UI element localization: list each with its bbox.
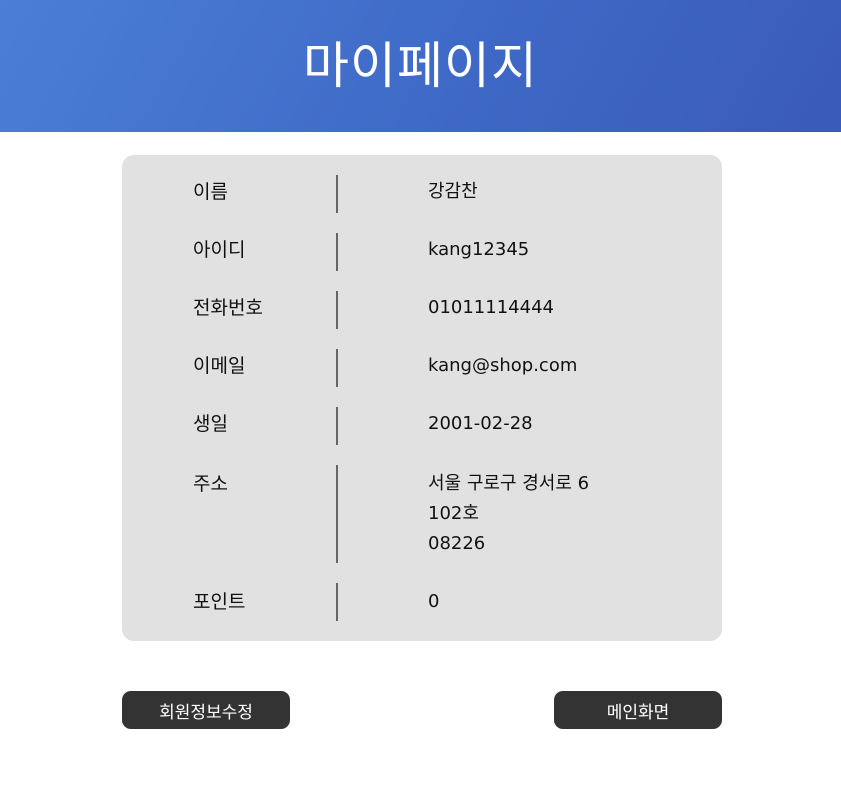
main-page-button[interactable]: 메인화면 [554, 691, 722, 729]
profile-card: 이름 강감찬 아이디 kang12345 전화번호 01011114444 이메… [122, 155, 722, 641]
row-label: 포인트 [193, 591, 246, 613]
row-divider [336, 233, 338, 271]
row-divider [336, 349, 338, 387]
row-divider [336, 407, 338, 445]
row-label: 주소 [193, 473, 228, 495]
row-divider [336, 175, 338, 213]
row-label: 아이디 [193, 239, 246, 261]
row-divider [336, 583, 338, 621]
address-line-2: 102호 [428, 503, 479, 524]
edit-profile-button[interactable]: 회원정보수정 [122, 691, 290, 729]
row-label: 생일 [193, 413, 228, 435]
row-value: 0 [428, 591, 440, 612]
row-value: 2001-02-28 [428, 413, 533, 434]
row-label: 이메일 [193, 355, 246, 377]
row-value: 01011114444 [428, 297, 554, 318]
address-line-3: 08226 [428, 533, 486, 554]
row-divider [336, 465, 338, 563]
row-label: 전화번호 [193, 297, 263, 319]
row-value: 강감찬 [428, 181, 478, 202]
page-header: 마이페이지 [0, 0, 841, 132]
row-label: 이름 [193, 181, 228, 203]
address-line-1: 서울 구로구 경서로 6 [428, 473, 590, 494]
row-value: kang@shop.com [428, 355, 578, 376]
row-divider [336, 291, 338, 329]
page-title: 마이페이지 [303, 37, 538, 95]
row-value: kang12345 [428, 239, 530, 260]
